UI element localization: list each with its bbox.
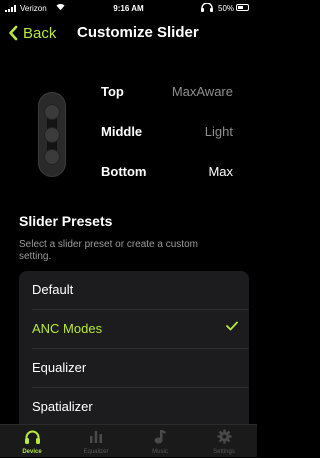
slider-knob-bottom — [44, 149, 60, 165]
position-label-bottom: Bottom — [101, 164, 147, 179]
headphone-status-icon — [200, 2, 214, 14]
preset-label: ANC Modes — [32, 321, 103, 336]
tab-label: Equalizer — [83, 449, 109, 455]
slider-knob-top — [44, 104, 60, 120]
headphones-icon — [0, 429, 64, 445]
position-label-middle: Middle — [101, 124, 143, 139]
position-label-top: Top — [101, 84, 124, 99]
equalizer-icon — [64, 429, 128, 445]
position-value-bottom: Max — [208, 164, 233, 179]
preset-row-default[interactable]: Default — [19, 271, 249, 308]
back-label: Back — [23, 24, 57, 42]
tab-label: Music — [152, 449, 168, 455]
page-title: Customize Slider — [77, 24, 199, 41]
tab-label: Settings — [213, 449, 235, 455]
tab-music[interactable]: Music — [128, 425, 192, 458]
music-note-icon — [128, 429, 192, 445]
tab-bar: Device Equalizer Music Settings — [0, 424, 257, 457]
slider-knob-middle — [44, 127, 60, 143]
chevron-left-icon — [9, 25, 18, 41]
status-bar: Verizon 9:16 AM 50% — [0, 0, 257, 16]
preset-label: Equalizer — [32, 360, 87, 375]
section-description: Select a slider preset or create a custo… — [19, 239, 198, 262]
battery-percent: 50% — [218, 4, 235, 13]
preset-list: Default ANC Modes Equalizer Spatializer — [19, 271, 249, 424]
tab-equalizer[interactable]: Equalizer — [64, 425, 128, 458]
tab-settings[interactable]: Settings — [192, 425, 256, 458]
tab-label: Device — [22, 449, 42, 455]
battery-icon — [236, 4, 249, 11]
tab-device[interactable]: Device — [0, 425, 64, 458]
preset-row-anc-modes[interactable]: ANC Modes — [19, 310, 249, 347]
position-value-middle: Light — [204, 124, 233, 139]
preset-label: Default — [32, 282, 74, 297]
slider-illustration — [38, 92, 66, 177]
section-title: Slider Presets — [19, 213, 113, 229]
back-button[interactable]: Back — [8, 23, 56, 43]
checkmark-icon — [226, 321, 238, 331]
preset-row-equalizer[interactable]: Equalizer — [19, 349, 249, 386]
preset-label: Spatializer — [32, 399, 93, 414]
preset-row-spatializer[interactable]: Spatializer — [19, 388, 249, 424]
gear-icon — [192, 429, 256, 445]
position-value-top: MaxAware — [171, 84, 233, 99]
